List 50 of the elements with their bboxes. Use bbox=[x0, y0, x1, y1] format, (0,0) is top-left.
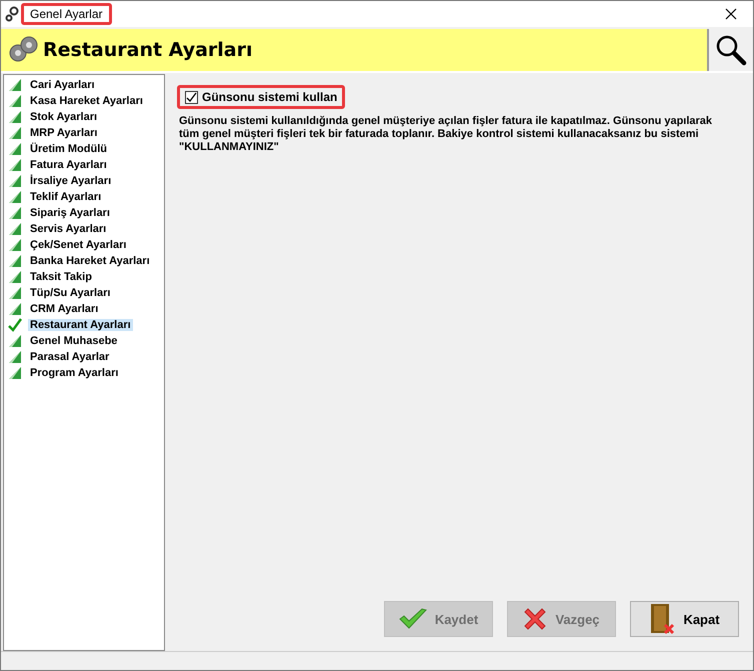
sidebar-item[interactable]: İrsaliye Ayarları bbox=[4, 173, 164, 189]
triangle-icon bbox=[8, 303, 22, 315]
triangle-icon bbox=[8, 111, 22, 123]
triangle-icon bbox=[8, 271, 22, 283]
triangle-icon bbox=[8, 351, 22, 363]
sidebar-item[interactable]: Program Ayarları bbox=[4, 365, 164, 381]
triangle-icon bbox=[8, 143, 22, 155]
sidebar-item[interactable]: Taksit Takip bbox=[4, 269, 164, 285]
sidebar-item[interactable]: Restaurant Ayarları bbox=[4, 317, 164, 333]
search-button[interactable] bbox=[707, 29, 753, 71]
triangle-icon bbox=[8, 175, 22, 187]
triangle-icon bbox=[8, 191, 22, 203]
header-title: Restaurant Ayarları bbox=[43, 39, 252, 61]
triangle-icon bbox=[8, 95, 22, 107]
close-button[interactable]: Kapat bbox=[630, 601, 739, 637]
check-icon bbox=[398, 608, 427, 630]
sidebar-item[interactable]: CRM Ayarları bbox=[4, 301, 164, 317]
sidebar-item[interactable]: Tüp/Su Ayarları bbox=[4, 285, 164, 301]
option-description: Günsonu sistemi kullanıldığında genel müşteriye açılan fişler fatura ile kapatılmaz. Günsonu yapılarak tüm genel müşteri fişleri tek bir faturada toplanır. Bakiye kontrol sistemi kullanacaksanız bu sistemi "KULLANMAYINIZ" bbox=[179, 115, 714, 154]
triangle-icon bbox=[8, 335, 22, 347]
triangle-icon bbox=[8, 239, 22, 251]
sidebar-item[interactable]: Parasal Ayarlar bbox=[4, 349, 164, 365]
triangle-icon bbox=[8, 367, 22, 379]
triangle-icon bbox=[8, 287, 22, 299]
sidebar-item[interactable]: Teklif Ayarları bbox=[4, 189, 164, 205]
sidebar-item[interactable]: Banka Hareket Ayarları bbox=[4, 253, 164, 269]
sidebar-item[interactable]: Fatura Ayarları bbox=[4, 157, 164, 173]
triangle-icon bbox=[8, 255, 22, 267]
checkmark-icon bbox=[186, 92, 197, 102]
window-title: Genel Ayarlar bbox=[21, 3, 112, 25]
option-checkbox[interactable]: Günsonu sistemi kullan bbox=[177, 85, 346, 109]
triangle-icon bbox=[8, 207, 22, 219]
sidebar-item[interactable]: Çek/Senet Ayarları bbox=[4, 237, 164, 253]
sidebar-item[interactable]: Üretim Modülü bbox=[4, 141, 164, 157]
triangle-icon bbox=[8, 127, 22, 139]
sidebar-item[interactable]: Genel Muhasebe bbox=[4, 333, 164, 349]
check-icon bbox=[8, 318, 22, 332]
triangle-icon bbox=[8, 79, 22, 91]
sidebar-item[interactable]: MRP Ayarları bbox=[4, 125, 164, 141]
sidebar-item[interactable]: Servis Ayarları bbox=[4, 221, 164, 237]
triangle-icon bbox=[8, 223, 22, 235]
gears-icon bbox=[5, 6, 19, 22]
sidebar-item[interactable]: Stok Ayarları bbox=[4, 109, 164, 125]
sidebar-item[interactable]: Cari Ayarları bbox=[4, 77, 164, 93]
cross-icon bbox=[523, 607, 548, 631]
sidebar-item[interactable]: Sipariş Ayarları bbox=[4, 205, 164, 221]
triangle-icon bbox=[8, 159, 22, 171]
sidebar-item[interactable]: Kasa Hareket Ayarları bbox=[4, 93, 164, 109]
door-icon bbox=[649, 603, 676, 635]
close-icon[interactable] bbox=[725, 8, 737, 20]
